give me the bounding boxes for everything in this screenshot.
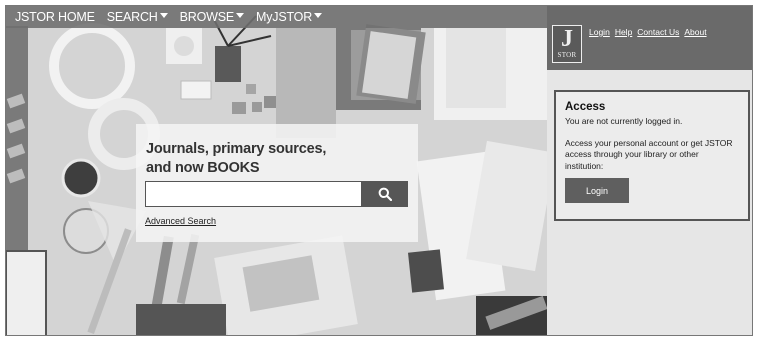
caret-down-icon [236,12,245,18]
search-bar [145,181,408,207]
logo-letter: J [561,26,573,52]
side-panel: J STOR Login Help Contact Us About Acces… [547,6,752,335]
nav-myjstor-label: MyJSTOR [256,10,313,24]
logo-wordmark: STOR [557,51,577,59]
search-input[interactable] [145,181,362,207]
nav-browse-label: BROWSE [179,10,235,24]
login-link[interactable]: Login [589,27,610,37]
contact-us-link[interactable]: Contact Us [637,27,679,37]
search-button[interactable] [362,181,408,207]
headline-line-2: and now BOOKS [146,160,260,176]
login-button[interactable]: Login [565,178,629,203]
jstor-logo[interactable]: J STOR [552,25,582,63]
access-description: Access your personal account or get JSTO… [565,137,733,171]
advanced-search-link[interactable]: Advanced Search [145,216,216,226]
top-navigation: JSTOR HOME SEARCH BROWSE MyJSTOR [6,6,547,28]
side-header: J STOR Login Help Contact Us About [547,6,752,70]
nav-jstor-home-label: JSTOR HOME [15,10,95,24]
jstor-homepage: JSTOR HOME SEARCH BROWSE MyJSTOR Journal… [5,5,753,336]
nav-browse[interactable]: BROWSE [179,10,245,24]
nav-search[interactable]: SEARCH [107,10,168,24]
help-link[interactable]: Help [615,27,632,37]
search-card: Journals, primary sources, and now BOOKS… [136,124,418,242]
nav-search-label: SEARCH [106,10,158,24]
access-box: Access You are not currently logged in. … [554,90,750,221]
search-icon [378,187,392,201]
caret-down-icon [314,12,323,18]
caret-down-icon [159,12,168,18]
utility-links: Login Help Contact Us About [589,27,707,37]
nav-jstor-home[interactable]: JSTOR HOME [15,10,95,24]
about-link[interactable]: About [684,27,706,37]
nav-myjstor[interactable]: MyJSTOR [256,10,323,24]
access-status: You are not currently logged in. [565,116,683,126]
access-title: Access [565,101,606,113]
headline-line-1: Journals, primary sources, [146,141,327,157]
